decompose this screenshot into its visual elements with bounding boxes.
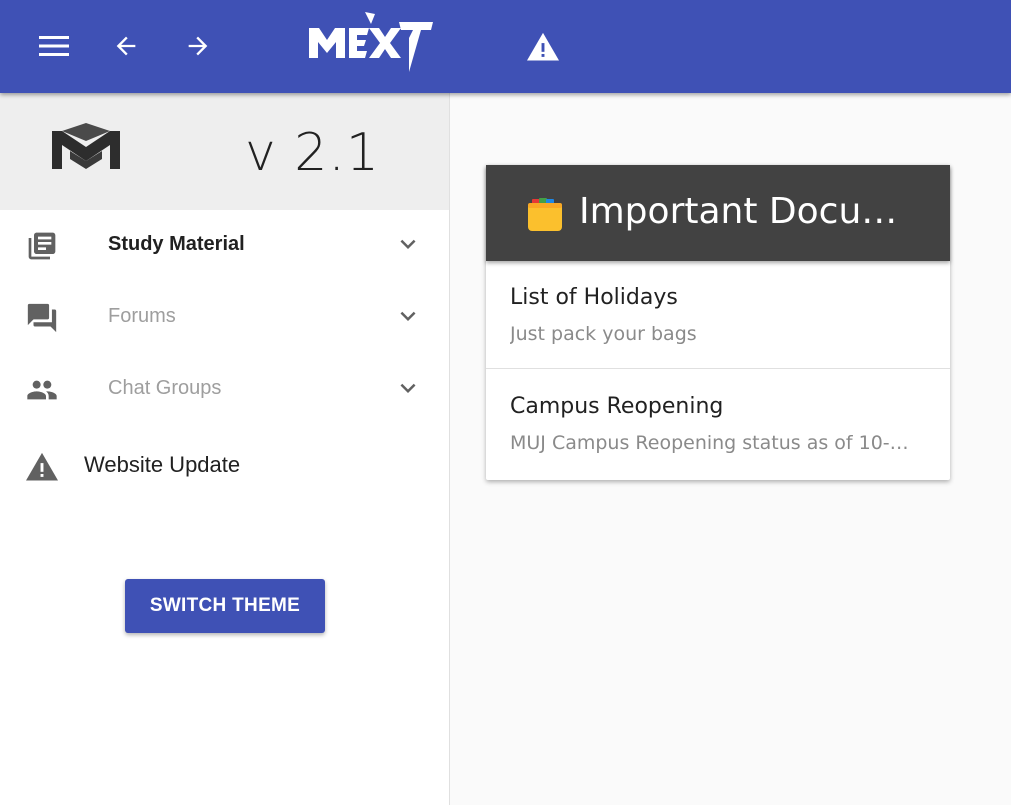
card-header: Important Documents bbox=[486, 165, 950, 261]
nav-item-forums[interactable]: Forums bbox=[0, 282, 449, 354]
app-bar bbox=[0, 0, 1011, 93]
list-item-title: List of Holidays bbox=[510, 285, 678, 310]
folder-icon bbox=[526, 195, 564, 233]
people-icon bbox=[22, 374, 62, 406]
m-logo bbox=[50, 121, 122, 175]
switch-theme-button[interactable]: SWITCH THEME bbox=[125, 579, 325, 633]
chevron-down-icon[interactable] bbox=[392, 372, 424, 404]
mext-logo[interactable] bbox=[305, 8, 435, 74]
nav-item-label: Forums bbox=[108, 305, 176, 327]
arrow-back-icon[interactable] bbox=[102, 22, 150, 70]
arrow-forward-icon[interactable] bbox=[174, 22, 222, 70]
chevron-down-icon[interactable] bbox=[392, 300, 424, 332]
list-item-title: Campus Reopening bbox=[510, 394, 724, 419]
navigation-drawer: v 2.1 Study Material Forums Chat Groups bbox=[0, 93, 450, 805]
list-item-subtitle: Just pack your bags bbox=[510, 323, 697, 345]
nav-item-label: Website Update bbox=[84, 452, 241, 477]
documents-card: Important Documents List of Holidays Jus… bbox=[486, 165, 950, 480]
warning-icon[interactable] bbox=[519, 22, 567, 70]
list-item[interactable]: List of Holidays Just pack your bags bbox=[486, 261, 950, 369]
nav-item-label: Chat Groups bbox=[108, 377, 222, 399]
version-label: v 2.1 bbox=[245, 123, 380, 183]
card-title: Important Documents bbox=[579, 191, 909, 232]
list-item[interactable]: Campus Reopening MUJ Campus Reopening st… bbox=[486, 370, 950, 478]
drawer-header: v 2.1 bbox=[0, 93, 449, 210]
forum-icon bbox=[22, 302, 62, 334]
list-item-subtitle: MUJ Campus Reopening status as of 10-11-… bbox=[510, 432, 920, 454]
library-books-icon bbox=[22, 230, 62, 262]
warning-icon bbox=[22, 450, 62, 482]
nav-item-chat-groups[interactable]: Chat Groups bbox=[0, 354, 449, 426]
nav-item-study-material[interactable]: Study Material bbox=[0, 210, 449, 282]
nav-item-label: Study Material bbox=[108, 233, 245, 255]
nav-item-website-update[interactable]: Website Update bbox=[0, 430, 449, 502]
menu-icon[interactable] bbox=[30, 22, 78, 70]
chevron-down-icon[interactable] bbox=[392, 228, 424, 260]
